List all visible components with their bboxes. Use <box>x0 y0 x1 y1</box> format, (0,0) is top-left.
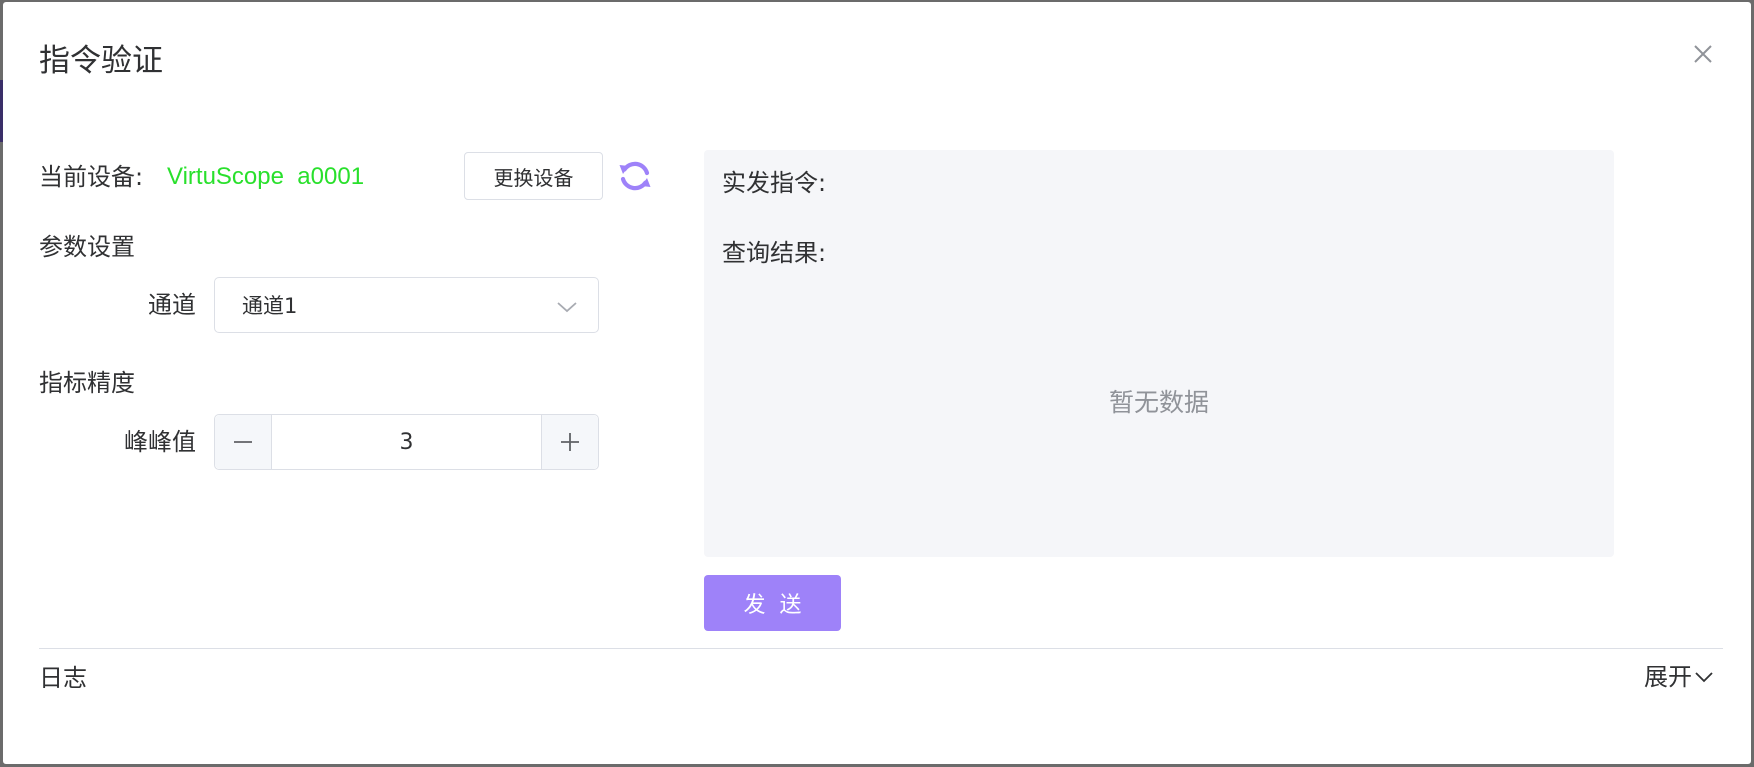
sent-command-label: 实发指令: <box>722 169 827 197</box>
command-verify-dialog: 指令验证 当前设备: VirtuScope a0001 更换设备 参数设置 通道… <box>3 2 1751 764</box>
minus-icon <box>234 441 252 443</box>
refresh-icon[interactable] <box>618 159 652 193</box>
expand-label: 展开 <box>1644 663 1692 691</box>
chevron-down-icon <box>1695 672 1713 683</box>
precision-title: 指标精度 <box>39 369 135 397</box>
send-button[interactable]: 发送 <box>704 575 841 631</box>
log-title: 日志 <box>39 664 87 692</box>
close-icon <box>1694 45 1712 63</box>
channel-select-value: 通道1 <box>242 294 298 318</box>
peak-to-peak-label: 峰峰值 <box>124 428 196 456</box>
dialog-title: 指令验证 <box>39 43 163 79</box>
change-device-button[interactable]: 更换设备 <box>464 152 603 200</box>
peak-to-peak-stepper[interactable]: 3 <box>214 414 599 470</box>
current-device-label: 当前设备: <box>39 163 144 191</box>
channel-select[interactable]: 通道1 <box>214 277 599 333</box>
query-result-label: 查询结果: <box>722 239 827 267</box>
log-divider <box>39 648 1723 649</box>
close-button[interactable] <box>1685 36 1721 72</box>
param-settings-title: 参数设置 <box>39 233 135 261</box>
result-panel: 实发指令: 查询结果: 暂无数据 <box>704 150 1614 557</box>
current-device-name: VirtuScope a0001 <box>167 163 365 190</box>
chevron-down-icon <box>557 302 577 313</box>
channel-label: 通道 <box>148 291 196 319</box>
plus-icon <box>561 433 579 451</box>
increase-button[interactable] <box>541 415 598 469</box>
expand-log-button[interactable]: 展开 <box>1644 661 1714 693</box>
empty-state-text: 暂无数据 <box>1108 388 1209 417</box>
peak-to-peak-input[interactable]: 3 <box>272 415 541 469</box>
decrease-button[interactable] <box>215 415 272 469</box>
